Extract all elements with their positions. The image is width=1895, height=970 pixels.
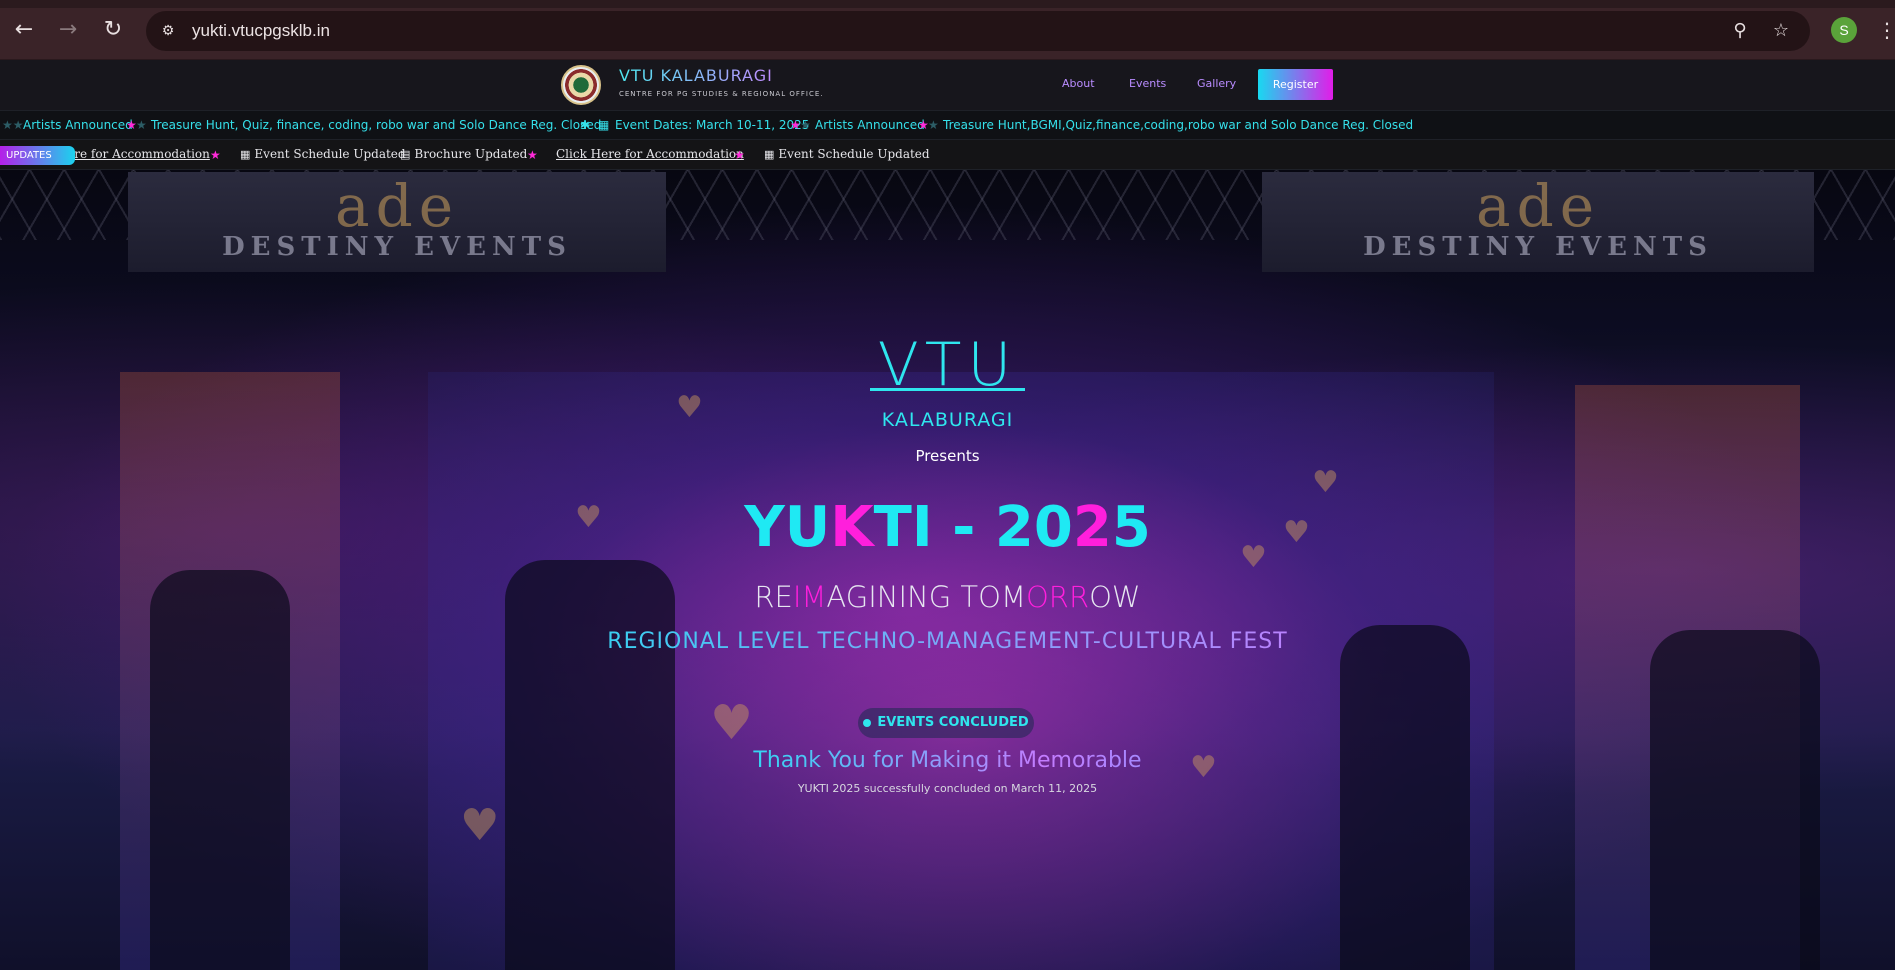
concluded-note: YUKTI 2025 successfully concluded on Mar… [797, 782, 1098, 795]
tagline-part: ORR [1025, 580, 1090, 614]
nav-link-gallery[interactable]: Gallery [1197, 77, 1236, 90]
star-icon: ★ [136, 118, 147, 132]
fest-title-part: YU [744, 495, 831, 560]
ticker-item: Artists Announced [815, 118, 925, 132]
announcement-ticker: ★★ Artists Announced ★ ★ Treasure Hunt, … [0, 110, 1895, 140]
tagline-part: IM [792, 580, 827, 614]
location-heading: KALABURAGI [881, 409, 1014, 431]
heart-decoration: ♥ [460, 800, 500, 851]
sponsor-banner: ade DESTINY EVENTS [128, 172, 666, 272]
fest-title-part: TI - 20 [873, 495, 1073, 560]
zoom-icon[interactable]: ⚲ [1728, 19, 1752, 43]
tagline-part: OW [1089, 580, 1141, 614]
hero-section: ade DESTINY EVENTS ade DESTINY EVENTS ♥ … [0, 170, 1895, 970]
star-icon: ★ [210, 148, 221, 162]
tagline-part: AGINING TOM [826, 580, 1026, 614]
ticker-item: Treasure Hunt, Quiz, finance, coding, ro… [151, 118, 602, 132]
profile-avatar[interactable]: S [1831, 17, 1857, 43]
fest-title-part: 2 [1072, 495, 1112, 560]
status-badge-label: EVENTS CONCLUDED [877, 715, 1029, 730]
tab-strip [0, 0, 1895, 8]
ticker-update: ▤ Brochure Updated [400, 147, 527, 161]
ticker-update-label: Brochure Updated [414, 147, 528, 161]
nav-link-about[interactable]: About [1062, 77, 1095, 90]
bookmark-star-icon[interactable]: ☆ [1769, 19, 1793, 43]
banner-logo: ade [1475, 172, 1601, 240]
banner-name: DESTINY EVENTS [222, 232, 572, 262]
ticker-update: ▦ Event Schedule Updated [764, 147, 930, 161]
reload-icon[interactable]: ↻ [97, 14, 129, 46]
fest-title: YUKTI - 2025 [0, 495, 1895, 560]
ticker-item: Event Dates: March 10-11, 2025 [615, 118, 810, 132]
address-bar[interactable]: ⚙ yukti.vtucpgsklb.in ⚲ ☆ [146, 11, 1810, 51]
nav-link-events[interactable]: Events [1129, 77, 1166, 90]
ticker-item: Artists Announced [23, 118, 133, 132]
brand-title[interactable]: VTU KALABURAGI [619, 66, 773, 85]
star-icon: ★★ [2, 118, 24, 132]
url-text[interactable]: yukti.vtucpgsklb.in [192, 21, 330, 41]
ticker-update-label: Event Schedule Updated [778, 147, 930, 161]
banner-logo: ade [334, 172, 460, 240]
fest-subtitle: REGIONAL LEVEL TECHNO-MANAGEMENT-CULTURA… [550, 630, 1345, 654]
fest-title-part: 5 [1111, 495, 1151, 560]
browser-toolbar: ← → ↻ ⚙ yukti.vtucpgsklb.in ⚲ ☆ S ⋮ [0, 0, 1895, 60]
star-icon: ★ [527, 148, 538, 162]
back-icon[interactable]: ← [8, 14, 40, 46]
document-icon: ▤ [400, 148, 411, 161]
ticker-update-label: Event Schedule Updated [254, 147, 406, 161]
ticker-update: ▦ Event Schedule Updated [240, 147, 406, 161]
accommodation-link[interactable]: Click Here for Accommodation [556, 147, 744, 161]
vtu-underline [870, 388, 1025, 391]
menu-kebab-icon[interactable]: ⋮ [1877, 14, 1895, 46]
banner-name: DESTINY EVENTS [1363, 232, 1713, 262]
status-badge: EVENTS CONCLUDED [858, 708, 1034, 738]
calendar-icon: ▦ [764, 148, 775, 161]
star-icon: ★ [800, 118, 811, 132]
star-icon: ★ [734, 148, 745, 162]
site-info-icon[interactable]: ⚙ [158, 21, 178, 41]
updates-badge: UPDATES [0, 146, 75, 165]
tagline-part: RE [754, 580, 793, 614]
updates-ticker: Click Here for Accommodation ★ ▦ Event Sc… [0, 140, 1895, 170]
fest-title-part: K [830, 495, 874, 560]
calendar-icon: ▦ [598, 118, 610, 132]
performer-silhouette [1650, 630, 1820, 970]
brand-subtitle: CENTRE FOR PG STUDIES & REGIONAL OFFICE. [619, 90, 824, 98]
calendar-icon: ▦ [240, 148, 251, 161]
forward-icon[interactable]: → [52, 14, 84, 46]
status-dot-icon [863, 718, 872, 727]
asterisk-icon: ✱ [580, 118, 591, 132]
heart-decoration: ♥ [710, 695, 754, 751]
presents-text: Presents [915, 447, 980, 465]
star-icon: ★ [928, 118, 939, 132]
ticker-item: Treasure Hunt,BGMI,Quiz,finance,coding,r… [943, 118, 1414, 132]
register-button[interactable]: Register [1258, 69, 1333, 100]
thank-you-heading: Thank You for Making it Memorable [0, 748, 1895, 773]
site-navbar: VTU KALABURAGI CENTRE FOR PG STUDIES & R… [0, 60, 1895, 110]
vtu-logo[interactable] [561, 65, 601, 105]
fest-tagline: REIMAGINING TOMORROW [0, 580, 1895, 614]
sponsor-banner: ade DESTINY EVENTS [1262, 172, 1814, 272]
performer-silhouette [1340, 625, 1470, 970]
